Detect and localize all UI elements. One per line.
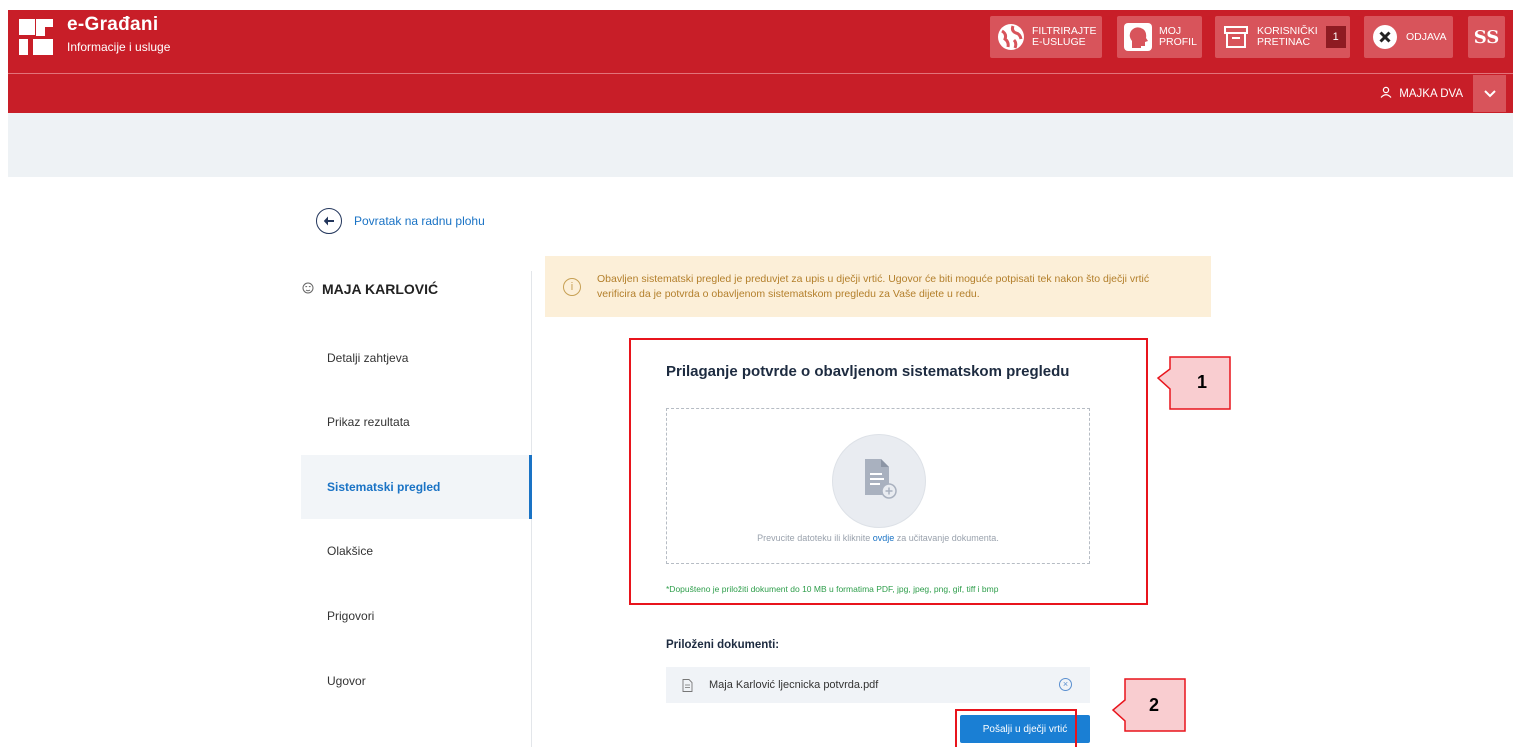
- file-icon: [682, 678, 693, 692]
- inbox-count-badge: 1: [1325, 26, 1346, 48]
- sidebar-item-label: Olakšice: [327, 544, 374, 558]
- user-name: MAJKA DVA: [1399, 87, 1463, 100]
- child-face-icon: [302, 281, 314, 297]
- arrow-left-icon: [316, 208, 342, 234]
- user-inbox-button[interactable]: KORISNIČKI PRETINAC 1: [1215, 16, 1350, 58]
- e-gradani-logo-icon[interactable]: [19, 19, 53, 55]
- annotation-box-upload: [629, 338, 1148, 605]
- inbox-icon: [1219, 20, 1253, 54]
- chevron-down-icon: [1483, 85, 1496, 103]
- sidebar-item-request-details[interactable]: Detalji zahtjeva: [301, 326, 531, 390]
- back-link-label: Povratak na radnu plohu: [354, 214, 485, 228]
- info-icon: i: [563, 277, 581, 296]
- extra-menu-button[interactable]: ß: [1468, 16, 1505, 58]
- filter-services-button[interactable]: FILTRIRAJTE E-USLUGE: [990, 16, 1102, 58]
- sidebar-item-contract[interactable]: Ugovor: [301, 649, 531, 713]
- info-notice: i Obavljen sistematski pregled je preduv…: [545, 256, 1211, 317]
- extra-glyph-icon: ß: [1473, 26, 1500, 48]
- brand-title[interactable]: e-Građani: [67, 14, 158, 36]
- callout-1-label: 1: [1197, 372, 1208, 392]
- sidebar-item-discounts[interactable]: Olakšice: [301, 519, 531, 583]
- user-icon: [1380, 86, 1392, 101]
- logout-button[interactable]: ODJAVA: [1364, 16, 1453, 58]
- attached-file-row: Maja Karlović ljecnicka potvrda.pdf ×: [666, 667, 1090, 703]
- user-menu-toggle[interactable]: [1473, 75, 1506, 112]
- child-name-text: MAJA KARLOVIĆ: [322, 281, 439, 297]
- my-profile-button[interactable]: MOJ PROFIL: [1117, 16, 1202, 58]
- sidebar-item-label: Prikaz rezultata: [327, 415, 410, 429]
- user-menu[interactable]: MAJKA DVA: [1380, 86, 1463, 101]
- profile-label-2: PROFIL: [1159, 36, 1197, 48]
- attached-file-name[interactable]: Maja Karlović ljecnicka potvrda.pdf: [709, 679, 878, 691]
- back-to-dashboard-link[interactable]: Povratak na radnu plohu: [316, 208, 485, 234]
- annotation-callout-1: 1: [1156, 356, 1232, 412]
- sidebar-item-label: Detalji zahtjeva: [327, 351, 409, 365]
- info-notice-text: Obavljen sistematski pregled je preduvje…: [597, 272, 1150, 300]
- attached-documents-title: Priloženi dokumenti:: [666, 639, 780, 651]
- sidebar-item-label: Ugovor: [327, 674, 366, 688]
- sidebar-item-results[interactable]: Prikaz rezultata: [301, 390, 531, 454]
- filter-label-2: E-USLUGE: [1032, 36, 1086, 48]
- sidebar-item-label: Prigovori: [327, 609, 375, 623]
- globe-icon: [994, 20, 1028, 54]
- user-bar: [8, 74, 1513, 113]
- annotation-box-send: [955, 709, 1077, 747]
- close-icon: [1368, 20, 1402, 54]
- annotation-callout-2: 2: [1111, 678, 1187, 734]
- remove-file-icon[interactable]: ×: [1059, 678, 1072, 691]
- child-name: MAJA KARLOVIĆ: [302, 281, 438, 297]
- inbox-label-2: PRETINAC: [1257, 36, 1311, 48]
- logout-label: ODJAVA: [1406, 30, 1447, 43]
- page: e-Građani Informacije i usluge FILTRIRAJ…: [0, 0, 1513, 747]
- sidebar-item-label: Sistematski pregled: [327, 480, 441, 494]
- sidebar-item-objections[interactable]: Prigovori: [301, 584, 531, 648]
- callout-2-label: 2: [1149, 695, 1160, 715]
- brand-subtitle: Informacije i usluge: [67, 40, 171, 54]
- page-banner: [8, 113, 1513, 177]
- sidebar-item-medical-exam[interactable]: Sistematski pregled: [301, 455, 532, 519]
- profile-icon: [1121, 20, 1155, 54]
